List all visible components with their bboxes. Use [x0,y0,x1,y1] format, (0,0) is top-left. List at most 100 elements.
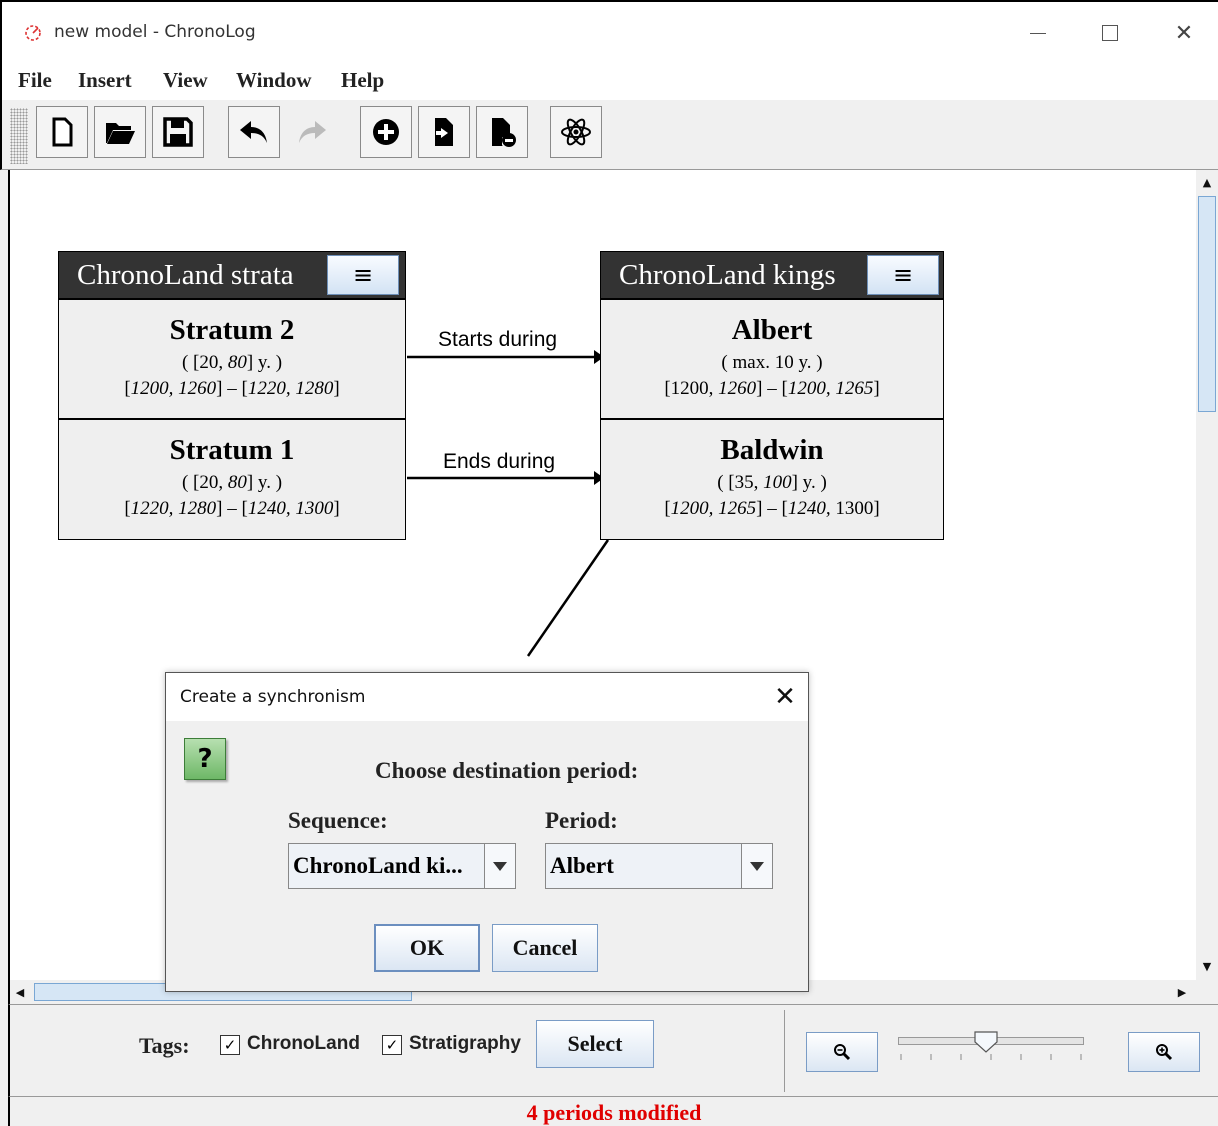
tag-stratigraphy-checkbox[interactable]: ✓ [382,1035,402,1055]
close-icon: ✕ [774,682,796,712]
panel-divider [784,1010,785,1092]
save-icon [163,117,193,147]
triangle-down-icon: ▼ [1202,959,1212,973]
close-button[interactable]: ✕ [1164,18,1204,48]
remove-file-icon [492,118,516,147]
period-stratum-2[interactable]: Stratum 2 ( [20, 80] y. ) [1200, 1260] –… [59,298,405,418]
add-period-button[interactable] [360,106,412,158]
maximize-icon [1102,25,1118,41]
period-duration: ( [20, 80] y. ) [181,472,283,493]
period-label: Period: [545,808,618,833]
menu-file[interactable]: File [18,68,52,93]
triangle-up-icon: ▲ [1202,175,1212,189]
period-albert[interactable]: Albert ( max. 10 y. ) [1200, 1260] – [12… [601,298,943,418]
checkmark-icon: ✓ [385,1036,399,1054]
sequence-menu-button[interactable]: ≡ [327,255,399,295]
zoom-out-button[interactable] [806,1032,878,1072]
scroll-up-button[interactable]: ▲ [1197,172,1217,192]
period-dropdown[interactable]: Albert [545,843,773,889]
import-file-icon [435,118,453,146]
minimize-button[interactable] [1018,18,1058,48]
period-name: Albert [731,314,813,346]
menu-help[interactable]: Help [341,68,384,93]
redo-button[interactable] [286,106,338,158]
scroll-right-button[interactable]: ▶ [1172,982,1192,1002]
sequence-title: ChronoLand strata [77,258,294,291]
window-title: new model - ChronoLog [54,22,256,42]
sequence-chronoland-kings[interactable]: ChronoLand kings ≡ Albert ( max. 10 y. )… [600,251,944,540]
sequence-dropdown[interactable]: ChronoLand ki... [288,843,516,889]
import-button[interactable] [418,106,470,158]
chronolog-logo-icon [25,25,41,41]
menu-view[interactable]: View [163,68,208,93]
period-name: Stratum 1 [169,434,295,466]
chevron-down-icon[interactable] [741,844,772,888]
zoom-out-icon [834,1044,851,1061]
dialog-title: Create a synchronism [180,687,366,707]
hamburger-menu-icon: ≡ [892,261,914,289]
scroll-left-button[interactable]: ◀ [10,982,30,1002]
add-circle-icon [373,119,399,145]
period-baldwin[interactable]: Baldwin ( [35, 100] y. ) [1200, 1265] – … [601,418,943,538]
save-button[interactable] [152,106,204,158]
period-range: [1220, 1280] – [1240, 1300] [124,498,340,519]
maximize-button[interactable] [1090,18,1130,48]
checkmark-icon: ✓ [223,1036,237,1054]
period-duration: ( [20, 80] y. ) [181,352,283,373]
sequence-title: ChronoLand kings [619,258,836,291]
period-name: Baldwin [720,434,824,466]
scroll-down-button[interactable]: ▼ [1197,956,1217,976]
relation-label: Ends during [443,450,556,473]
undo-button[interactable] [228,106,280,158]
tag-chronoland-label[interactable]: ChronoLand [247,1033,360,1055]
relation-label: Starts during [438,328,558,351]
open-button[interactable] [94,106,146,158]
atom-icon [561,118,591,146]
zoom-in-button[interactable] [1128,1032,1200,1072]
status-message: 4 periods modified [526,1100,702,1125]
menu-window[interactable]: Window [236,68,311,93]
tags-label: Tags: [139,1033,190,1058]
sequence-label: Sequence: [288,808,388,833]
ok-button[interactable]: OK [374,924,480,972]
remove-button[interactable] [476,106,528,158]
sequence-dropdown-value: ChronoLand ki... [293,853,463,878]
dialog-prompt: Choose destination period: [375,758,639,783]
zoom-slider-thumb[interactable] [973,1030,999,1056]
period-range: [1200, 1265] – [1240, 1300] [664,498,880,519]
toolbar-grip[interactable] [10,108,28,164]
vertical-scroll-thumb[interactable] [1198,196,1216,412]
zoom-in-icon [1156,1044,1173,1061]
sequence-header: ChronoLand strata ≡ [59,252,405,298]
period-duration: ( [35, 100] y. ) [717,472,827,493]
sequence-chronoland-strata[interactable]: ChronoLand strata ≡ Stratum 2 ( [20, 80]… [58,251,406,540]
period-stratum-1[interactable]: Stratum 1 ( [20, 80] y. ) [1220, 1280] –… [59,418,405,538]
simulate-button[interactable] [550,106,602,158]
period-range: [1200, 1260] – [1220, 1280] [124,378,340,399]
period-duration: ( max. 10 y. ) [721,352,823,373]
close-icon: ✕ [1174,20,1194,46]
dialog-close-button[interactable]: ✕ [770,682,800,712]
cancel-button[interactable]: Cancel [492,924,598,972]
new-button[interactable] [36,106,88,158]
tag-stratigraphy-label[interactable]: Stratigraphy [409,1033,521,1055]
select-tags-button[interactable]: Select [536,1020,654,1068]
zoom-slider[interactable] [898,1028,1084,1068]
new-file-icon [52,117,73,147]
triangle-left-icon: ◀ [15,985,25,999]
sequence-header: ChronoLand kings ≡ [601,252,943,298]
redo-icon [299,121,326,143]
tag-chronoland-checkbox[interactable]: ✓ [220,1035,240,1055]
question-icon: ? [184,738,226,780]
triangle-right-icon: ▶ [1177,985,1187,999]
period-range: [1200, 1260] – [1200, 1265] [664,378,880,399]
pending-synchronism-line [526,539,610,657]
chevron-down-icon[interactable] [484,844,515,888]
period-name: Stratum 2 [169,314,295,346]
period-dropdown-value: Albert [550,853,614,878]
menu-insert[interactable]: Insert [78,68,132,93]
sequence-menu-button[interactable]: ≡ [867,255,939,295]
undo-icon [240,121,267,143]
open-folder-icon [106,123,135,144]
minimize-icon [1030,32,1046,34]
